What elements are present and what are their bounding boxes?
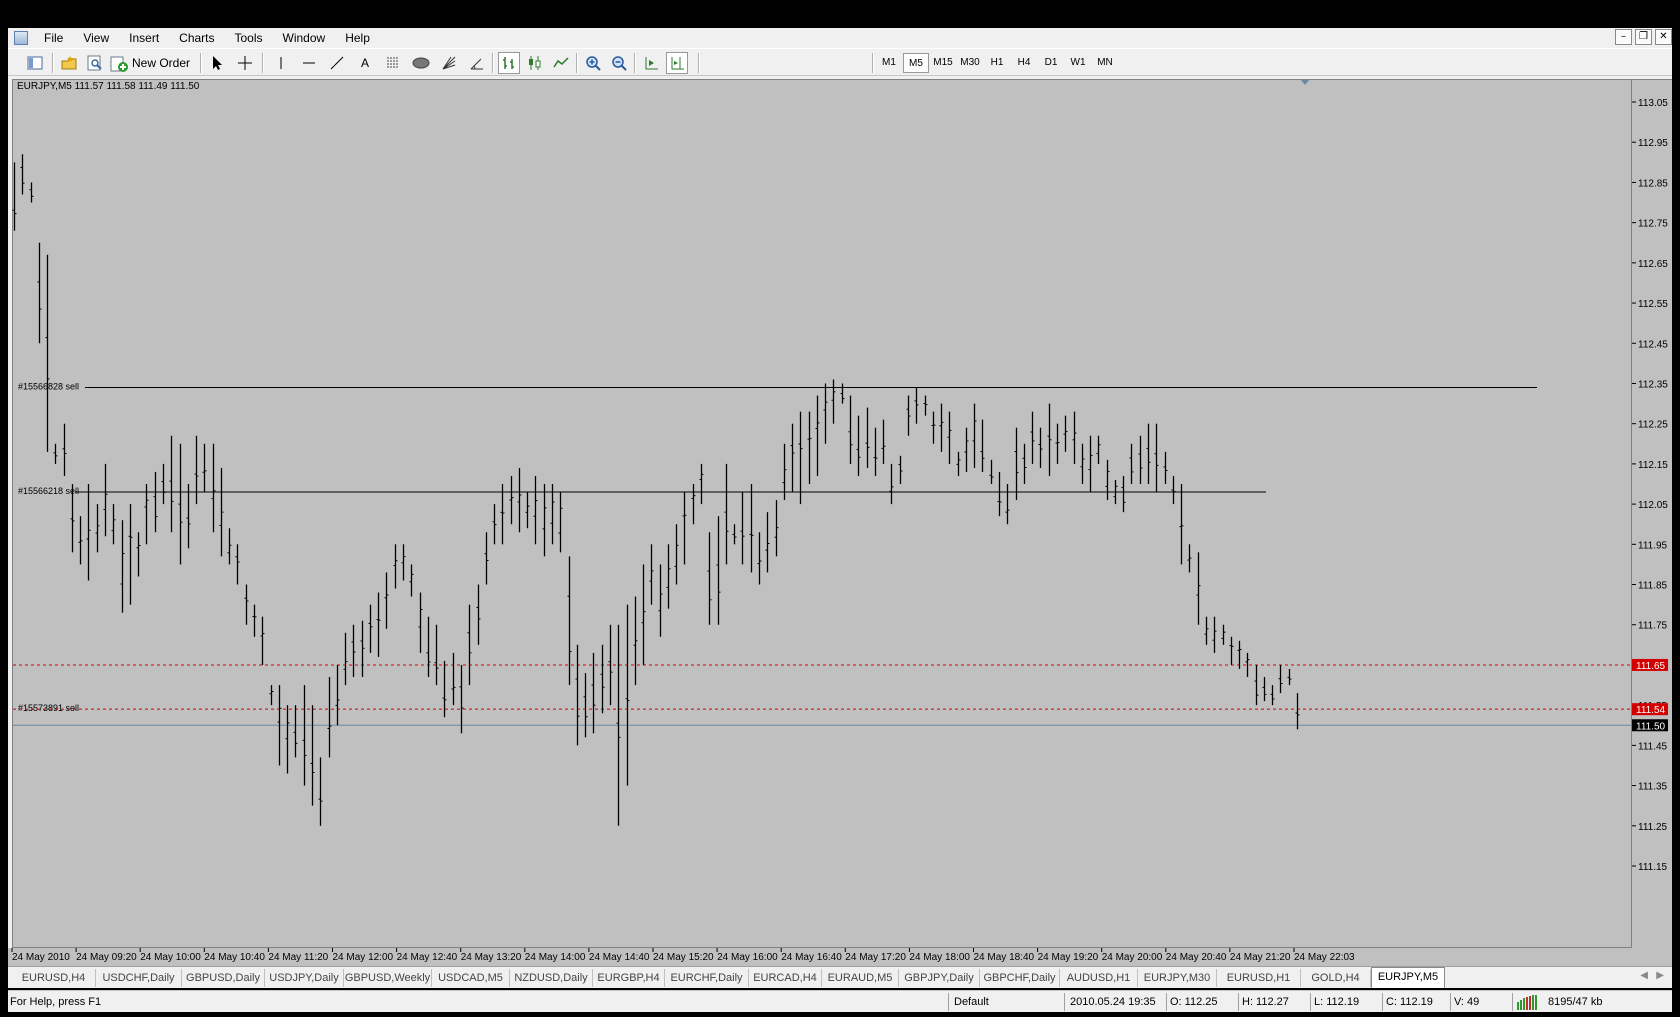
price-tick-label: 112.65 [1638, 259, 1668, 270]
symbol-tab[interactable]: EURCAD,H4 [749, 969, 822, 987]
status-traffic: 8195/47 kb [1548, 996, 1603, 1008]
price-tick-label: 113.05 [1638, 98, 1668, 109]
symbol-tab[interactable]: USDJPY,Daily [265, 969, 344, 987]
time-tick-label: 24 May 09:20 [76, 952, 137, 963]
price-tick-label: 112.05 [1638, 500, 1668, 511]
symbol-tab[interactable]: NZDUSD,Daily [510, 969, 593, 987]
time-tick-label: 24 May 16:00 [717, 952, 778, 963]
time-tick-label: 24 May 10:00 [140, 952, 201, 963]
symbol-tab[interactable]: GOLD,H4 [1301, 969, 1371, 987]
time-tick-label: 24 May 15:20 [653, 952, 714, 963]
price-tick-label: 111.75 [1638, 621, 1668, 632]
price-tick-label: 112.75 [1638, 219, 1668, 230]
price-tick-label: 111.45 [1638, 741, 1668, 752]
status-low: L: 112.19 [1314, 996, 1360, 1008]
time-tick-label: 24 May 22:03 [1294, 952, 1355, 963]
time-tick-label: 24 May 10:40 [204, 952, 265, 963]
status-profile: Default [954, 996, 989, 1008]
symbol-tab[interactable]: USDCAD,M5 [432, 969, 510, 987]
symbol-tab[interactable]: GBPCHF,Daily [980, 969, 1060, 987]
order-label: #15566218 sell [18, 486, 79, 496]
symbol-tab[interactable]: AUDUSD,H1 [1060, 969, 1138, 987]
status-datetime: 2010.05.24 19:35 [1070, 996, 1156, 1008]
price-tick-label: 111.15 [1638, 862, 1668, 873]
status-bar: For Help, press F1 Default 2010.05.24 19… [8, 990, 1672, 1012]
time-tick-label: 24 May 2010 [12, 952, 70, 963]
time-tick-label: 24 May 13:20 [461, 952, 522, 963]
symbol-tab-bar: ◀ ▶ EURUSD,H4 USDCHF,Daily GBPUSD,Daily USD… [8, 966, 1672, 988]
price-tick-label: 111.85 [1638, 581, 1668, 592]
tab-scroll-left-icon[interactable]: ◀ [1640, 970, 1648, 981]
symbol-tab[interactable]: EURUSD,H4 [12, 969, 96, 987]
connection-status-icon [1517, 995, 1537, 1010]
chart-shift-marker [1301, 80, 1309, 85]
time-tick-label: 24 May 17:20 [845, 952, 906, 963]
time-tick-label: 24 May 12:40 [397, 952, 458, 963]
symbol-tab[interactable]: EURCHF,Daily [665, 969, 749, 987]
level-price-label: 111.54 [1636, 705, 1666, 716]
status-open: O: 112.25 [1170, 996, 1218, 1008]
symbol-tab[interactable]: USDCHF,Daily [96, 969, 182, 987]
price-tick-label: 112.45 [1638, 339, 1668, 350]
price-tick-label: 112.85 [1638, 178, 1668, 189]
price-tick-label: 112.55 [1638, 299, 1668, 310]
tab-scroll-right-icon[interactable]: ▶ [1656, 970, 1664, 981]
symbol-tab[interactable]: GBPJPY,Daily [899, 969, 980, 987]
time-tick-label: 24 May 20:40 [1166, 952, 1227, 963]
time-tick-label: 24 May 12:00 [333, 952, 394, 963]
order-label: #15573891 sell [18, 703, 79, 713]
status-high: H: 112.27 [1242, 996, 1289, 1008]
time-tick-label: 24 May 19:20 [1038, 952, 1099, 963]
symbol-tab[interactable]: EURGBP,H4 [593, 969, 665, 987]
time-tick-label: 24 May 20:00 [1102, 952, 1163, 963]
time-tick-label: 24 May 14:00 [525, 952, 586, 963]
status-help: For Help, press F1 [10, 996, 102, 1008]
symbol-tab[interactable]: EURJPY,M5 [1371, 967, 1445, 988]
time-tick-label: 24 May 21:20 [1230, 952, 1291, 963]
symbol-tab[interactable]: GBPUSD,Daily [182, 969, 265, 987]
bid-price-label: 111.50 [1636, 721, 1666, 732]
price-tick-label: 112.15 [1638, 460, 1668, 471]
price-tick-label: 111.35 [1638, 782, 1668, 793]
symbol-tab[interactable]: EURAUD,M5 [822, 969, 899, 987]
symbol-tab[interactable]: EURJPY,M30 [1138, 969, 1217, 987]
price-tick-label: 112.25 [1638, 420, 1668, 431]
symbol-tab[interactable]: GBPUSD,Weekly [344, 969, 432, 987]
level-price-label: 111.65 [1636, 661, 1666, 672]
time-tick-label: 24 May 18:40 [974, 952, 1035, 963]
time-tick-label: 24 May 16:40 [781, 952, 842, 963]
price-tick-label: 111.95 [1638, 540, 1668, 551]
order-label: #15566828 sell [18, 381, 79, 391]
chart-header: EURJPY,M5 111.57 111.58 111.49 111.50 [17, 81, 200, 92]
time-tick-label: 24 May 18:00 [909, 952, 970, 963]
ohlc-chart: 113.05 112.95 112.85 112.75 112.65 112.55 112.… [11, 80, 1668, 963]
status-volume: V: 49 [1454, 996, 1480, 1008]
time-tick-label: 24 May 14:40 [589, 952, 650, 963]
status-close: C: 112.19 [1386, 996, 1433, 1008]
price-tick-label: 111.25 [1638, 822, 1668, 833]
symbol-tab[interactable]: EURUSD,H1 [1217, 969, 1301, 987]
price-tick-label: 112.95 [1638, 138, 1668, 149]
price-tick-label: 112.35 [1638, 379, 1668, 390]
time-tick-label: 24 May 11:20 [268, 952, 328, 963]
